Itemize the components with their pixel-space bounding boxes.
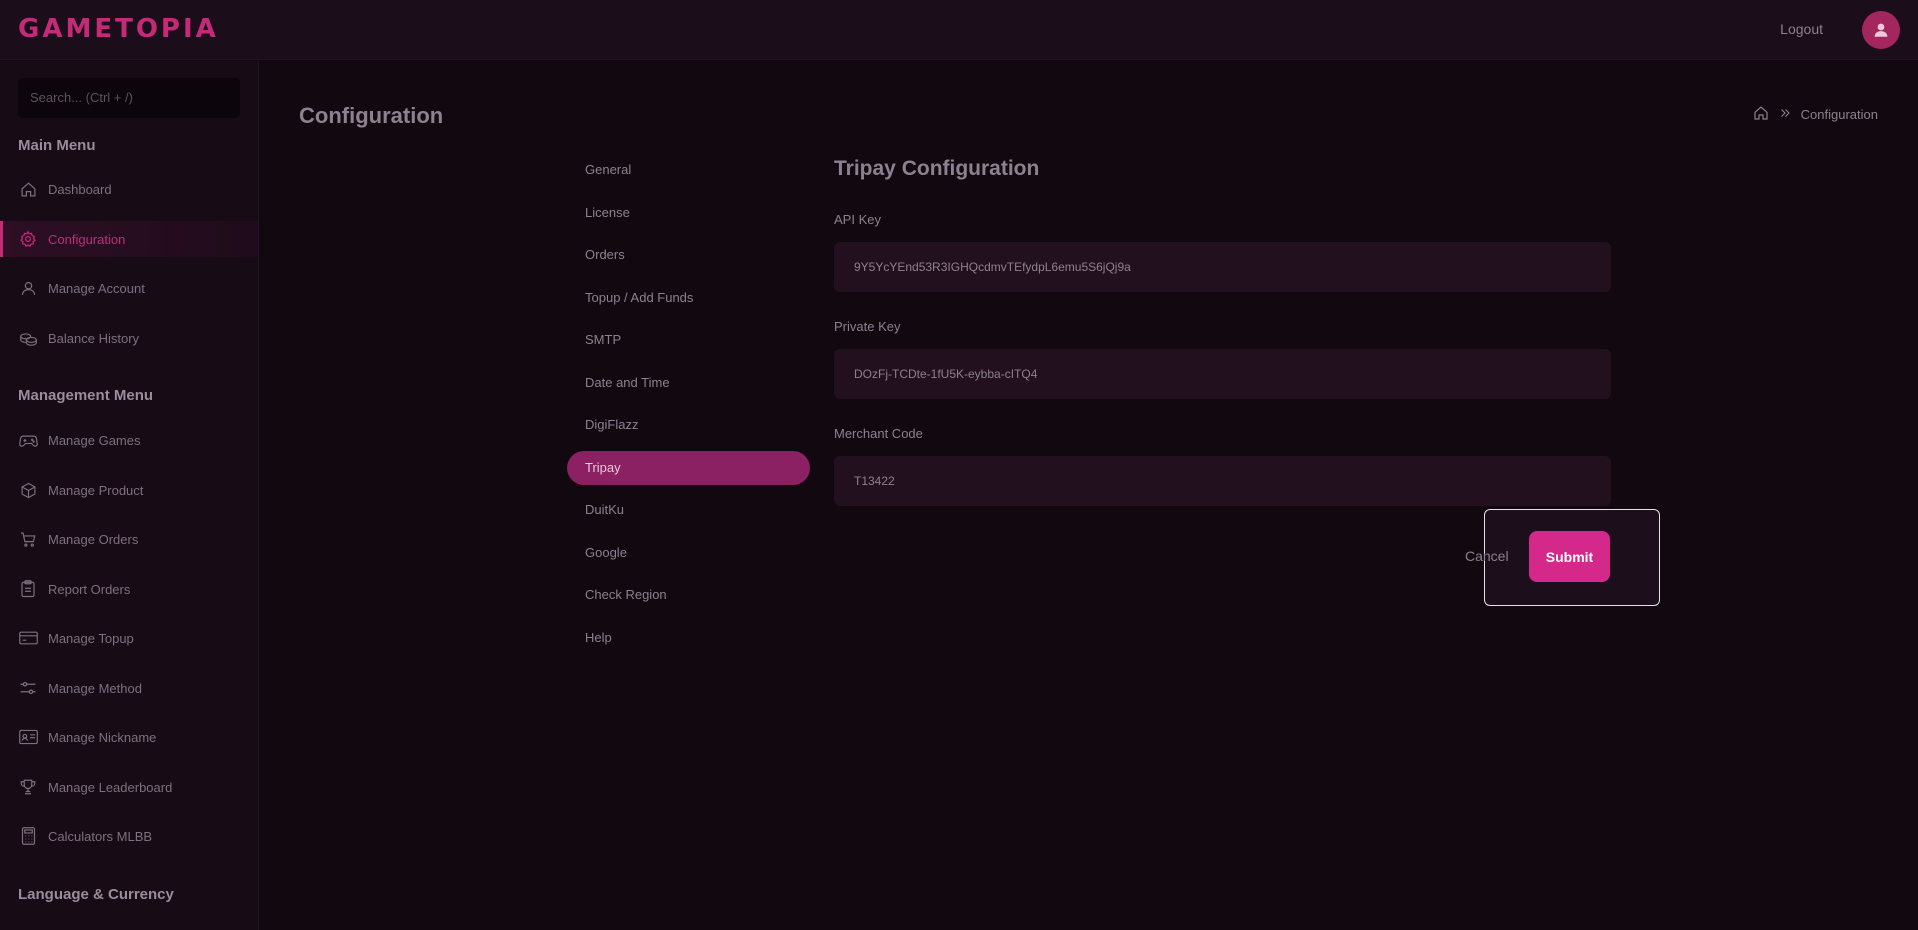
sidebar-item-manage-topup[interactable]: Manage Topup — [0, 620, 258, 656]
trophy-icon — [18, 777, 38, 797]
sidebar-item-label: Manage Product — [48, 482, 144, 498]
sidebar-item-label: Manage Games — [48, 432, 141, 448]
sidebar-item-manage-nickname[interactable]: Manage Nickname — [0, 719, 258, 755]
config-tab-orders[interactable]: Orders — [567, 238, 810, 272]
user-avatar[interactable] — [1862, 11, 1900, 49]
breadcrumb-current: Configuration — [1800, 107, 1878, 122]
coins-icon — [18, 328, 38, 348]
sidebar-item-manage-product[interactable]: Manage Product — [0, 472, 258, 508]
sidebar-item-label: Calculators MLBB — [48, 828, 153, 844]
submit-button[interactable]: Submit — [1529, 531, 1610, 582]
user-icon — [1874, 23, 1888, 37]
sidebar-item-label: Manage Method — [48, 680, 142, 696]
form-title: Tripay Configuration — [834, 157, 1040, 180]
top-bar: GAMETOPIA Logout — [0, 0, 1918, 60]
sidebar-item-label: Manage Orders — [48, 531, 139, 547]
api-key-field[interactable] — [834, 242, 1611, 292]
config-tab-general[interactable]: General — [567, 153, 810, 187]
wallet-icon — [18, 628, 38, 648]
box-icon — [18, 480, 38, 500]
sidebar-item-label: Balance History — [48, 330, 140, 346]
calculator-icon — [18, 826, 38, 846]
sidebar: Search... (Ctrl + /) Main Menu Dashboard… — [0, 61, 259, 930]
home-icon — [18, 179, 38, 199]
gear-icon — [18, 229, 38, 249]
sidebar-item-calculators-mlbb[interactable]: Calculators MLBB — [0, 818, 258, 854]
management-menu-title: Management Menu — [18, 387, 154, 404]
logout-link[interactable]: Logout — [1780, 21, 1823, 37]
search-input[interactable]: Search... (Ctrl + /) — [18, 78, 240, 118]
config-tab-help[interactable]: Help — [567, 621, 810, 655]
config-tab-license[interactable]: License — [567, 196, 810, 230]
config-tab-topup[interactable]: Topup / Add Funds — [567, 281, 810, 315]
private-key-label: Private Key — [834, 319, 901, 334]
api-key-label: API Key — [834, 212, 881, 227]
config-tab-tripay[interactable]: Tripay — [567, 451, 810, 485]
sidebar-item-manage-orders[interactable]: Manage Orders — [0, 521, 258, 557]
config-tab-check-region[interactable]: Check Region — [567, 578, 810, 612]
sliders-icon — [18, 678, 38, 698]
id-card-icon — [18, 727, 38, 747]
language-currency-title: Language & Currency — [18, 886, 174, 903]
config-tab-duitku[interactable]: DuitKu — [567, 493, 810, 527]
home-icon[interactable] — [1753, 105, 1769, 124]
sidebar-item-label: Configuration — [48, 231, 126, 247]
config-tab-smtp[interactable]: SMTP — [567, 323, 810, 357]
sidebar-item-label: Manage Account — [48, 280, 145, 296]
breadcrumb: Configuration — [1753, 105, 1878, 124]
main-menu-title: Main Menu — [18, 137, 96, 154]
merchant-code-label: Merchant Code — [834, 426, 923, 441]
config-tab-date-time[interactable]: Date and Time — [567, 366, 810, 400]
sidebar-item-label: Manage Leaderboard — [48, 779, 173, 795]
sidebar-item-manage-games[interactable]: Manage Games — [0, 422, 258, 458]
sidebar-item-balance-history[interactable]: Balance History — [0, 320, 258, 356]
sidebar-item-manage-method[interactable]: Manage Method — [0, 670, 258, 706]
merchant-code-field[interactable] — [834, 456, 1611, 506]
sidebar-item-configuration[interactable]: Configuration — [0, 221, 258, 257]
private-key-field[interactable] — [834, 349, 1611, 399]
sidebar-item-manage-leaderboard[interactable]: Manage Leaderboard — [0, 769, 258, 805]
chevrons-right-icon — [1779, 107, 1791, 122]
config-tab-google[interactable]: Google — [567, 536, 810, 570]
config-tab-digiflazz[interactable]: DigiFlazz — [567, 408, 810, 442]
sidebar-item-label: Report Orders — [48, 581, 131, 597]
gamepad-icon — [18, 430, 38, 450]
sidebar-item-label: Dashboard — [48, 181, 112, 197]
sidebar-item-manage-account[interactable]: Manage Account — [0, 270, 258, 306]
user-icon — [18, 278, 38, 298]
sidebar-item-label: Manage Nickname — [48, 729, 157, 745]
sidebar-item-dashboard[interactable]: Dashboard — [0, 171, 258, 207]
brand-logo[interactable]: GAMETOPIA — [18, 14, 219, 44]
sidebar-item-label: Manage Topup — [48, 630, 134, 646]
cart-icon — [18, 529, 38, 549]
cancel-button[interactable]: Cancel — [1465, 548, 1509, 564]
clipboard-icon — [18, 579, 38, 599]
sidebar-item-report-orders[interactable]: Report Orders — [0, 571, 258, 607]
page-title: Configuration — [299, 103, 444, 128]
